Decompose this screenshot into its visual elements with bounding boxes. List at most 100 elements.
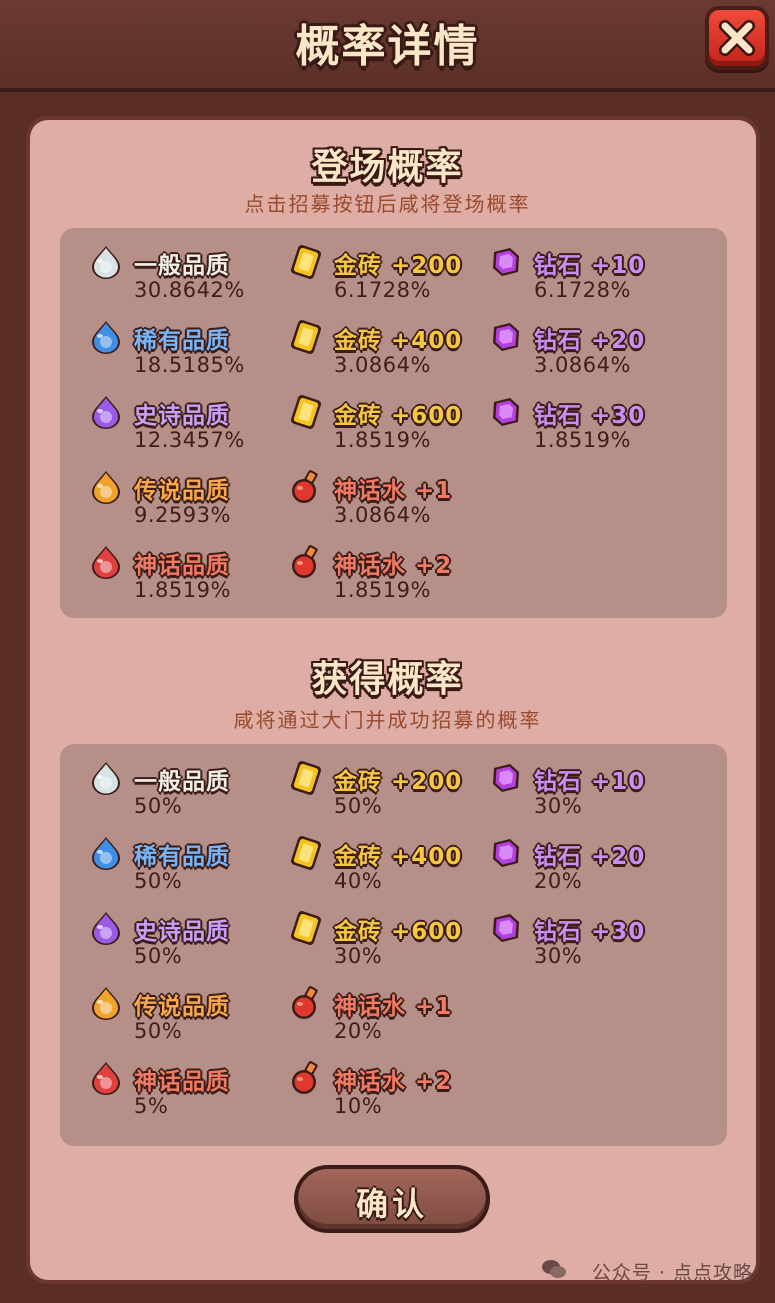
rate-item-name: 神话水 +2 [334,553,453,579]
rate-item: 神话水 +2 10% [288,1060,478,1130]
legend-drop-icon [88,469,124,505]
rate-item-value: 12.3457% [134,428,245,452]
rate-item-name: 神话品质 [134,553,230,579]
rate-item-value: 50% [334,794,383,818]
watermark-text: 公众号 · 点点攻略 [591,1262,753,1284]
appearance-rate-box: 一般品质 30.8642% 稀有品质 18.5185% 史诗品质 12.3457% 传说品质… [60,228,727,618]
rate-item-value: 3.0864% [534,353,631,377]
rate-item-value: 40% [334,869,383,893]
rate-item: 传说品质 50% [88,985,278,1055]
rate-item: 钻石 +30 30% [488,910,678,980]
rate-item-name: 史诗品质 [134,403,230,429]
gold-brick-icon [288,760,324,796]
diamond-icon [488,910,524,946]
rate-item-value: 50% [134,869,183,893]
rate-item: 金砖 +600 1.8519% [288,394,478,464]
section-title-obtain: 获得概率 [311,659,464,700]
diamond-icon [488,394,524,430]
rate-item-value: 3.0864% [334,503,431,527]
rate-item-name: 稀有品质 [134,844,230,870]
rate-item-name: 稀有品质 [134,328,230,354]
rate-item: 神话水 +1 20% [288,985,478,1055]
diamond-icon [488,244,524,280]
rate-item-name: 钻石 +30 [534,919,646,945]
rate-item-value: 1.8519% [334,578,431,602]
diamond-icon [488,835,524,871]
gold-brick-icon [288,910,324,946]
rate-item-name: 史诗品质 [134,919,230,945]
rate-item-name: 钻石 +10 [534,253,646,279]
myth-potion-icon [288,544,324,580]
rate-item: 金砖 +400 40% [288,835,478,905]
obtain-rate-box: 一般品质 50% 稀有品质 50% 史诗品质 50% 传说品质 50% 神话品质 5% 金砖 +20… [60,744,727,1146]
rate-item-value: 30% [534,794,583,818]
rate-item-name: 一般品质 [134,253,230,279]
rate-item: 传说品质 9.2593% [88,469,278,539]
rate-item: 神话品质 5% [88,1060,278,1130]
diamond-icon [488,319,524,355]
rate-item-name: 金砖 +200 [334,769,463,795]
legend-drop-icon [88,985,124,1021]
rate-item-value: 5% [134,1094,169,1118]
rate-item-name: 一般品质 [134,769,230,795]
rate-item-name: 钻石 +20 [534,844,646,870]
rate-item: 金砖 +200 6.1728% [288,244,478,314]
rate-item-value: 10% [334,1094,383,1118]
wechat-icon [542,1260,566,1278]
confirm-button-label: 确认 [355,1185,428,1223]
rate-item: 钻石 +20 20% [488,835,678,905]
rate-item: 金砖 +600 30% [288,910,478,980]
rate-item-value: 9.2593% [134,503,231,527]
rate-item: 史诗品质 12.3457% [88,394,278,464]
section-subtitle-obtain: 咸将通过大门并成功招募的概率 [233,708,542,732]
rate-item-value: 6.1728% [534,278,631,302]
rate-item-value: 50% [134,794,183,818]
rare-drop-icon [88,835,124,871]
rate-item: 金砖 +400 3.0864% [288,319,478,389]
rate-item: 一般品质 30.8642% [88,244,278,314]
rate-item-value: 20% [334,1019,383,1043]
rate-item-name: 神话品质 [134,1069,230,1095]
rate-item-name: 钻石 +10 [534,769,646,795]
diamond-icon [488,760,524,796]
rate-item: 一般品质 50% [88,760,278,830]
epic-drop-icon [88,910,124,946]
rate-item-name: 神话水 +2 [334,1069,453,1095]
common-drop-icon [88,760,124,796]
rate-item-value: 1.8519% [134,578,231,602]
rate-item-value: 50% [134,944,183,968]
myth-potion-icon [288,1060,324,1096]
rate-item: 神话品质 1.8519% [88,544,278,614]
rate-item-value: 18.5185% [134,353,245,377]
myth-potion-icon [288,985,324,1021]
close-icon [719,20,755,56]
rate-item-name: 钻石 +20 [534,328,646,354]
close-button[interactable] [705,6,769,70]
rate-item-name: 钻石 +30 [534,403,646,429]
section-title-appearance: 登场概率 [311,147,464,188]
rate-item-value: 30.8642% [134,278,245,302]
gold-brick-icon [288,394,324,430]
rate-item-value: 20% [534,869,583,893]
title-bar: 概率详情 [0,0,775,92]
rate-item-name: 金砖 +200 [334,253,463,279]
rate-item: 稀有品质 50% [88,835,278,905]
rate-item: 史诗品质 50% [88,910,278,980]
page-title: 概率详情 [295,21,480,72]
rate-item-value: 30% [334,944,383,968]
gold-brick-icon [288,319,324,355]
rate-item: 钻石 +20 3.0864% [488,319,678,389]
rate-item-value: 30% [534,944,583,968]
epic-drop-icon [88,394,124,430]
common-drop-icon [88,244,124,280]
rate-item-value: 3.0864% [334,353,431,377]
rate-item: 稀有品质 18.5185% [88,319,278,389]
myth-drop-icon [88,544,124,580]
gold-brick-icon [288,244,324,280]
rate-item-name: 神话水 +1 [334,478,453,504]
section-subtitle-appearance: 点击招募按钮后咸将登场概率 [244,192,531,216]
rate-item: 钻石 +30 1.8519% [488,394,678,464]
confirm-button[interactable]: 确认 [294,1165,490,1233]
rate-item: 神话水 +1 3.0864% [288,469,478,539]
rate-item-name: 金砖 +600 [334,919,463,945]
